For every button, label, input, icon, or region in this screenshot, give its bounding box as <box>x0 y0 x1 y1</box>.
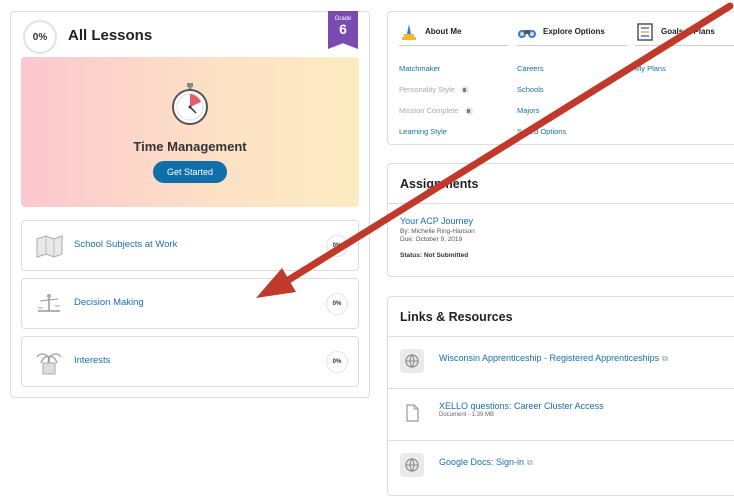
nav-heading-label: Goals & Plans <box>661 27 715 36</box>
palm-tree-icon <box>36 353 62 375</box>
nav-link-label: Personality Style <box>399 85 455 94</box>
external-link-icon: ⧉ <box>527 458 533 467</box>
scale-icon <box>37 294 61 312</box>
nav-link-label: Mission Complete <box>399 106 459 115</box>
resource-title: Google Docs: Sign-in <box>439 457 525 467</box>
assignments-heading: Assignments <box>388 164 734 204</box>
document-icon <box>400 401 424 425</box>
featured-lesson-title: Time Management <box>133 139 247 154</box>
nav-column-explore-options: Explore Options Careers Schools Majors S… <box>517 22 627 142</box>
resource-link[interactable]: Wisconsin Apprenticeship - Registered Ap… <box>439 353 668 364</box>
resource-link[interactable]: XELLO questions: Career Cluster Access <box>439 401 604 411</box>
nav-heading-about-me[interactable]: About Me <box>399 22 509 46</box>
nav-column-about-me: About Me Matchmaker Personality Style Mi… <box>399 22 509 142</box>
overall-progress-badge: 0% <box>23 20 57 54</box>
lesson-row-school-subjects[interactable]: School Subjects at Work 0% <box>21 220 359 271</box>
nav-link-matchmaker[interactable]: Matchmaker <box>399 58 509 79</box>
nav-heading-label: Explore Options <box>543 27 605 36</box>
lock-icon <box>460 85 469 94</box>
nav-link-my-plans[interactable]: My Plans <box>635 58 734 79</box>
resource-row[interactable]: Google Docs: Sign-in ⧉ <box>388 441 734 493</box>
nav-heading-label: About Me <box>425 27 462 36</box>
lesson-row-decision-making[interactable]: Decision Making 0% <box>21 278 359 329</box>
lesson-progress-badge: 0% <box>326 235 348 257</box>
nav-heading-goals-plans[interactable]: Goals & Plans <box>635 22 734 46</box>
lesson-label: School Subjects at Work <box>74 239 178 250</box>
lesson-row-interests[interactable]: Interests 0% <box>21 336 359 387</box>
external-link-icon: ⧉ <box>662 354 668 363</box>
globe-icon <box>400 453 424 477</box>
resource-link[interactable]: Google Docs: Sign-in ⧉ <box>439 457 533 468</box>
resource-row[interactable]: XELLO questions: Career Cluster Access D… <box>388 389 734 441</box>
nav-column-goals-plans: Goals & Plans My Plans <box>635 22 734 79</box>
grade-number: 6 <box>339 21 347 37</box>
checklist-icon <box>637 22 653 41</box>
assignment-status: Status: Not Submitted <box>400 252 469 259</box>
nav-link-careers[interactable]: Careers <box>517 58 627 79</box>
nav-link-majors[interactable]: Majors <box>517 100 627 121</box>
lock-icon <box>464 106 473 115</box>
assignment-author: By: Michelle Ring-Hanson <box>400 228 475 235</box>
lesson-label: Decision Making <box>74 297 144 308</box>
lesson-progress-badge: 0% <box>326 351 348 373</box>
nav-link-saved-options[interactable]: Saved Options <box>517 121 627 142</box>
links-resources-heading: Links & Resources <box>388 297 734 337</box>
grade-badge: Grade 6 <box>328 11 358 49</box>
nav-link-mission-complete[interactable]: Mission Complete <box>399 100 509 121</box>
binoculars-icon <box>518 29 536 38</box>
nav-link-learning-style[interactable]: Learning Style <box>399 121 509 142</box>
nav-link-personality-style[interactable]: Personality Style <box>399 79 509 100</box>
lessons-card: 0% All Lessons Grade 6 Time Management G… <box>10 11 370 398</box>
lesson-label: Interests <box>74 355 111 366</box>
assignment-title-link[interactable]: Your ACP Journey <box>400 216 734 226</box>
featured-lesson-banner[interactable]: Time Management Get Started <box>21 57 359 207</box>
trophy-icon <box>402 23 416 40</box>
lesson-progress-badge: 0% <box>326 293 348 315</box>
navigation-panel: About Me Matchmaker Personality Style Mi… <box>387 11 734 145</box>
nav-heading-explore-options[interactable]: Explore Options <box>517 22 627 46</box>
assignments-panel: Assignments Your ACP Journey By: Michell… <box>387 163 734 277</box>
globe-icon <box>400 349 424 373</box>
resource-title: Wisconsin Apprenticeship - Registered Ap… <box>439 353 660 363</box>
get-started-button[interactable]: Get Started <box>153 161 227 183</box>
map-icon <box>36 235 63 258</box>
resource-meta: Document - 1.39 MB <box>439 412 495 418</box>
stopwatch-icon <box>172 83 208 125</box>
lessons-title: All Lessons <box>68 27 153 44</box>
links-resources-panel: Links & Resources Wisconsin Apprenticesh… <box>387 296 734 496</box>
assignment-due-date: Due: October 9, 2019 <box>400 236 463 243</box>
resource-row[interactable]: Wisconsin Apprenticeship - Registered Ap… <box>388 337 734 389</box>
nav-link-schools[interactable]: Schools <box>517 79 627 100</box>
